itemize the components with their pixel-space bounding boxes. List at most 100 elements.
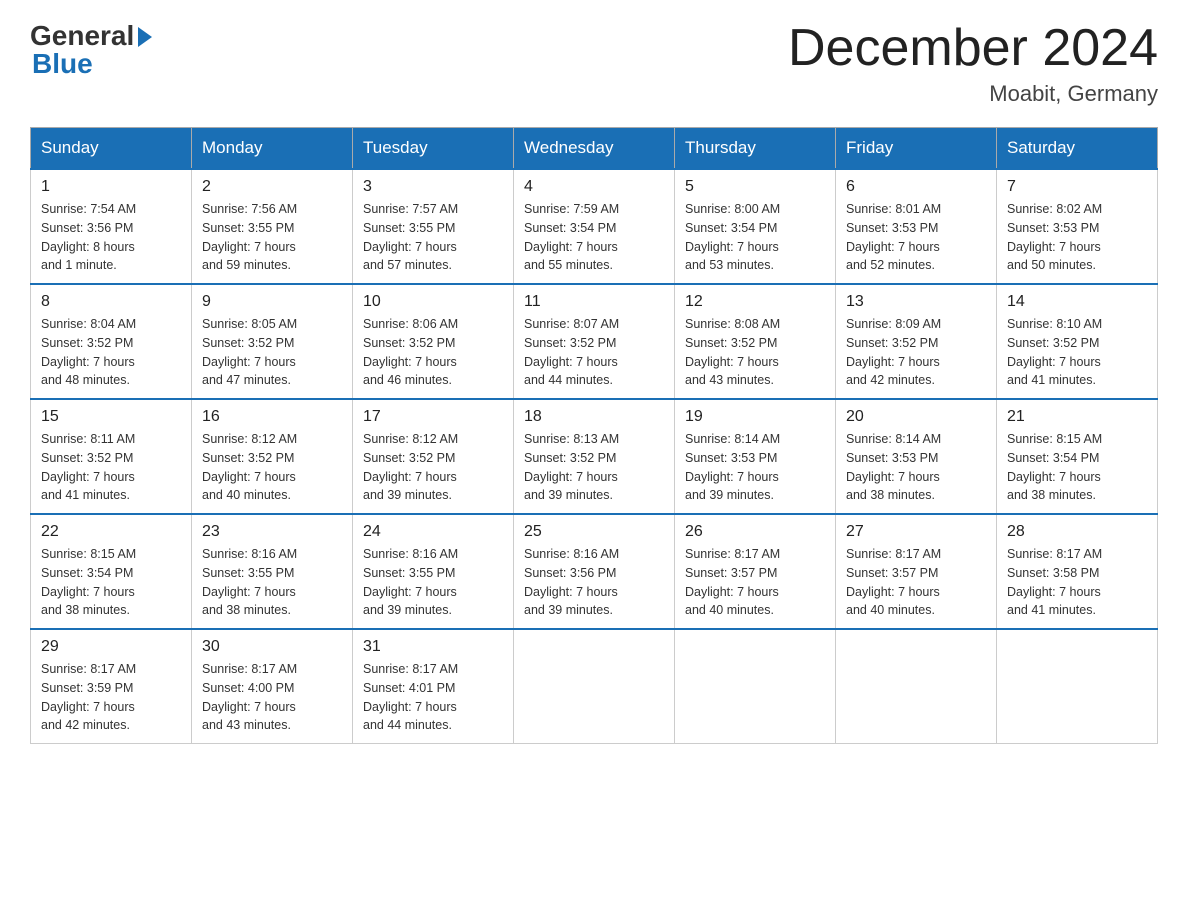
calendar-cell: 29 Sunrise: 8:17 AM Sunset: 3:59 PM Dayl… — [31, 629, 192, 744]
day-info: Sunrise: 8:15 AM Sunset: 3:54 PM Dayligh… — [41, 545, 181, 620]
day-number: 17 — [363, 408, 503, 426]
calendar-week-row: 1 Sunrise: 7:54 AM Sunset: 3:56 PM Dayli… — [31, 169, 1158, 284]
day-info: Sunrise: 8:08 AM Sunset: 3:52 PM Dayligh… — [685, 315, 825, 390]
day-number: 29 — [41, 638, 181, 656]
calendar-header-row: SundayMondayTuesdayWednesdayThursdayFrid… — [31, 128, 1158, 170]
calendar-cell: 16 Sunrise: 8:12 AM Sunset: 3:52 PM Dayl… — [192, 399, 353, 514]
day-info: Sunrise: 7:56 AM Sunset: 3:55 PM Dayligh… — [202, 200, 342, 275]
day-number: 13 — [846, 293, 986, 311]
day-info: Sunrise: 8:17 AM Sunset: 4:01 PM Dayligh… — [363, 660, 503, 735]
day-info: Sunrise: 8:05 AM Sunset: 3:52 PM Dayligh… — [202, 315, 342, 390]
logo: General Blue — [30, 20, 152, 80]
day-info: Sunrise: 8:17 AM Sunset: 3:58 PM Dayligh… — [1007, 545, 1147, 620]
calendar-cell: 23 Sunrise: 8:16 AM Sunset: 3:55 PM Dayl… — [192, 514, 353, 629]
subtitle: Moabit, Germany — [788, 81, 1158, 107]
day-info: Sunrise: 8:16 AM Sunset: 3:55 PM Dayligh… — [363, 545, 503, 620]
day-number: 28 — [1007, 523, 1147, 541]
day-number: 18 — [524, 408, 664, 426]
calendar-cell: 22 Sunrise: 8:15 AM Sunset: 3:54 PM Dayl… — [31, 514, 192, 629]
day-number: 15 — [41, 408, 181, 426]
day-info: Sunrise: 8:10 AM Sunset: 3:52 PM Dayligh… — [1007, 315, 1147, 390]
day-info: Sunrise: 8:16 AM Sunset: 3:56 PM Dayligh… — [524, 545, 664, 620]
day-info: Sunrise: 8:17 AM Sunset: 4:00 PM Dayligh… — [202, 660, 342, 735]
calendar-cell — [514, 629, 675, 744]
day-info: Sunrise: 8:14 AM Sunset: 3:53 PM Dayligh… — [685, 430, 825, 505]
day-number: 4 — [524, 178, 664, 196]
calendar-header-friday: Friday — [836, 128, 997, 170]
day-number: 12 — [685, 293, 825, 311]
day-info: Sunrise: 8:07 AM Sunset: 3:52 PM Dayligh… — [524, 315, 664, 390]
calendar-week-row: 15 Sunrise: 8:11 AM Sunset: 3:52 PM Dayl… — [31, 399, 1158, 514]
calendar-cell: 25 Sunrise: 8:16 AM Sunset: 3:56 PM Dayl… — [514, 514, 675, 629]
day-info: Sunrise: 8:09 AM Sunset: 3:52 PM Dayligh… — [846, 315, 986, 390]
day-info: Sunrise: 8:13 AM Sunset: 3:52 PM Dayligh… — [524, 430, 664, 505]
day-info: Sunrise: 8:11 AM Sunset: 3:52 PM Dayligh… — [41, 430, 181, 505]
day-info: Sunrise: 8:02 AM Sunset: 3:53 PM Dayligh… — [1007, 200, 1147, 275]
calendar-cell: 2 Sunrise: 7:56 AM Sunset: 3:55 PM Dayli… — [192, 169, 353, 284]
day-info: Sunrise: 8:06 AM Sunset: 3:52 PM Dayligh… — [363, 315, 503, 390]
day-number: 20 — [846, 408, 986, 426]
day-number: 11 — [524, 293, 664, 311]
day-info: Sunrise: 7:57 AM Sunset: 3:55 PM Dayligh… — [363, 200, 503, 275]
calendar-cell: 13 Sunrise: 8:09 AM Sunset: 3:52 PM Dayl… — [836, 284, 997, 399]
calendar-cell: 21 Sunrise: 8:15 AM Sunset: 3:54 PM Dayl… — [997, 399, 1158, 514]
day-info: Sunrise: 8:15 AM Sunset: 3:54 PM Dayligh… — [1007, 430, 1147, 505]
logo-arrow-icon — [138, 27, 152, 47]
calendar-cell: 8 Sunrise: 8:04 AM Sunset: 3:52 PM Dayli… — [31, 284, 192, 399]
calendar-cell — [675, 629, 836, 744]
calendar-cell — [836, 629, 997, 744]
calendar-cell: 9 Sunrise: 8:05 AM Sunset: 3:52 PM Dayli… — [192, 284, 353, 399]
day-info: Sunrise: 8:00 AM Sunset: 3:54 PM Dayligh… — [685, 200, 825, 275]
day-number: 25 — [524, 523, 664, 541]
day-number: 24 — [363, 523, 503, 541]
day-info: Sunrise: 8:17 AM Sunset: 3:57 PM Dayligh… — [846, 545, 986, 620]
calendar-cell: 6 Sunrise: 8:01 AM Sunset: 3:53 PM Dayli… — [836, 169, 997, 284]
calendar-header-wednesday: Wednesday — [514, 128, 675, 170]
day-info: Sunrise: 7:54 AM Sunset: 3:56 PM Dayligh… — [41, 200, 181, 275]
main-title: December 2024 — [788, 20, 1158, 77]
calendar-cell: 10 Sunrise: 8:06 AM Sunset: 3:52 PM Dayl… — [353, 284, 514, 399]
calendar-cell — [997, 629, 1158, 744]
day-info: Sunrise: 8:01 AM Sunset: 3:53 PM Dayligh… — [846, 200, 986, 275]
day-number: 16 — [202, 408, 342, 426]
day-number: 26 — [685, 523, 825, 541]
day-number: 2 — [202, 178, 342, 196]
day-number: 5 — [685, 178, 825, 196]
calendar-cell: 5 Sunrise: 8:00 AM Sunset: 3:54 PM Dayli… — [675, 169, 836, 284]
day-number: 8 — [41, 293, 181, 311]
calendar-cell: 31 Sunrise: 8:17 AM Sunset: 4:01 PM Dayl… — [353, 629, 514, 744]
calendar-header-thursday: Thursday — [675, 128, 836, 170]
day-info: Sunrise: 8:16 AM Sunset: 3:55 PM Dayligh… — [202, 545, 342, 620]
calendar-cell: 27 Sunrise: 8:17 AM Sunset: 3:57 PM Dayl… — [836, 514, 997, 629]
day-info: Sunrise: 8:17 AM Sunset: 3:59 PM Dayligh… — [41, 660, 181, 735]
day-number: 1 — [41, 178, 181, 196]
day-number: 30 — [202, 638, 342, 656]
calendar-week-row: 29 Sunrise: 8:17 AM Sunset: 3:59 PM Dayl… — [31, 629, 1158, 744]
day-number: 14 — [1007, 293, 1147, 311]
calendar-cell: 17 Sunrise: 8:12 AM Sunset: 3:52 PM Dayl… — [353, 399, 514, 514]
calendar-cell: 14 Sunrise: 8:10 AM Sunset: 3:52 PM Dayl… — [997, 284, 1158, 399]
page-header: General Blue December 2024 Moabit, Germa… — [30, 20, 1158, 107]
day-number: 21 — [1007, 408, 1147, 426]
day-number: 22 — [41, 523, 181, 541]
calendar-cell: 19 Sunrise: 8:14 AM Sunset: 3:53 PM Dayl… — [675, 399, 836, 514]
day-info: Sunrise: 7:59 AM Sunset: 3:54 PM Dayligh… — [524, 200, 664, 275]
day-number: 9 — [202, 293, 342, 311]
calendar-cell: 3 Sunrise: 7:57 AM Sunset: 3:55 PM Dayli… — [353, 169, 514, 284]
calendar-cell: 26 Sunrise: 8:17 AM Sunset: 3:57 PM Dayl… — [675, 514, 836, 629]
calendar-header-saturday: Saturday — [997, 128, 1158, 170]
day-number: 7 — [1007, 178, 1147, 196]
calendar-week-row: 8 Sunrise: 8:04 AM Sunset: 3:52 PM Dayli… — [31, 284, 1158, 399]
calendar-header-sunday: Sunday — [31, 128, 192, 170]
day-number: 23 — [202, 523, 342, 541]
day-number: 10 — [363, 293, 503, 311]
day-info: Sunrise: 8:04 AM Sunset: 3:52 PM Dayligh… — [41, 315, 181, 390]
calendar-header-tuesday: Tuesday — [353, 128, 514, 170]
day-number: 6 — [846, 178, 986, 196]
calendar-cell: 15 Sunrise: 8:11 AM Sunset: 3:52 PM Dayl… — [31, 399, 192, 514]
title-block: December 2024 Moabit, Germany — [788, 20, 1158, 107]
day-info: Sunrise: 8:12 AM Sunset: 3:52 PM Dayligh… — [363, 430, 503, 505]
calendar-cell: 20 Sunrise: 8:14 AM Sunset: 3:53 PM Dayl… — [836, 399, 997, 514]
calendar-cell: 1 Sunrise: 7:54 AM Sunset: 3:56 PM Dayli… — [31, 169, 192, 284]
day-info: Sunrise: 8:17 AM Sunset: 3:57 PM Dayligh… — [685, 545, 825, 620]
